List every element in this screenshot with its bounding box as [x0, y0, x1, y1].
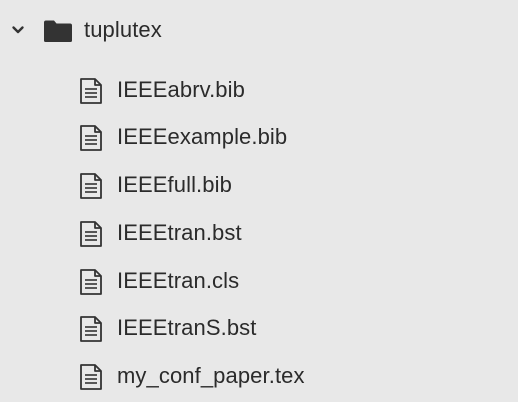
document-icon: [80, 364, 102, 390]
file-list: IEEEabrv.bib IEEEexample.bib IEEEfull.bi…: [0, 0, 518, 402]
file-name: IEEEtran.bst: [117, 220, 242, 245]
document-icon: [80, 173, 102, 199]
file-name: IEEEtran.cls: [117, 268, 240, 293]
document-icon: [80, 78, 102, 104]
file-item[interactable]: IEEEfull.bib: [0, 163, 518, 207]
document-icon: [80, 125, 102, 151]
document-icon: [80, 269, 102, 295]
file-item[interactable]: IEEEtran.bst: [0, 211, 518, 255]
file-item[interactable]: IEEEexample.bib: [0, 115, 518, 159]
file-name: IEEEabrv.bib: [117, 77, 245, 102]
document-icon: [80, 316, 102, 342]
file-item[interactable]: IEEEabrv.bib: [0, 68, 518, 112]
document-icon: [80, 221, 102, 247]
file-item[interactable]: my_conf_paper.tex: [0, 354, 518, 398]
file-name: IEEEfull.bib: [117, 172, 232, 197]
file-item[interactable]: IEEEtranS.bst: [0, 306, 518, 350]
file-name: my_conf_paper.tex: [117, 363, 305, 388]
file-tree: tuplutex IEEEabrv.bib IEEEexample.bib IE…: [0, 0, 518, 402]
file-name: IEEEtranS.bst: [117, 315, 257, 340]
file-item[interactable]: IEEEtran.cls: [0, 259, 518, 303]
file-name: IEEEexample.bib: [117, 124, 288, 149]
